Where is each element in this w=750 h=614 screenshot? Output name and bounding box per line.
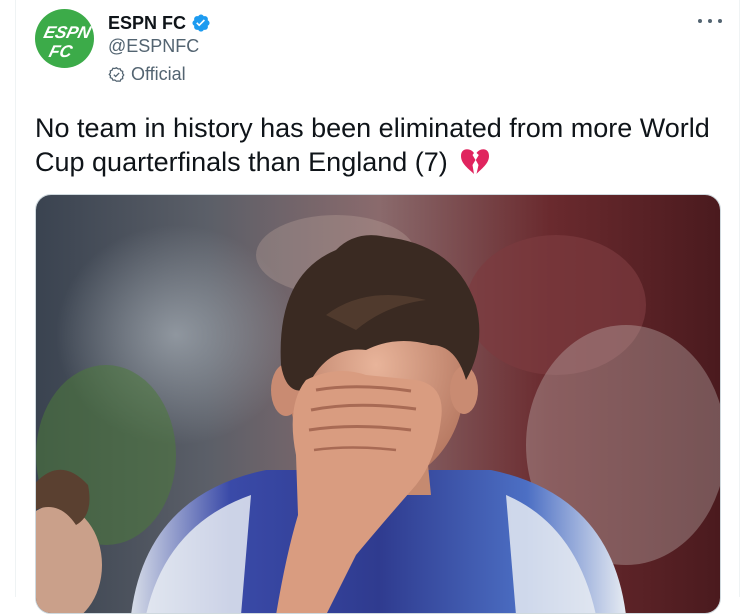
account-handle[interactable]: @ESPNFC	[108, 36, 199, 57]
avatar-logo-line2: FC	[47, 41, 75, 61]
avatar[interactable]: ESPN FC	[35, 9, 94, 68]
tweet-photo[interactable]	[35, 194, 721, 614]
official-label: Official	[131, 64, 186, 84]
avatar-logo-line1: ESPN	[42, 22, 94, 42]
official-label-row: Official	[108, 64, 186, 85]
more-options-icon[interactable]	[698, 13, 722, 29]
display-name[interactable]: ESPN FC	[108, 13, 186, 34]
verified-badge-icon	[191, 13, 211, 33]
espn-fc-logo: ESPN FC	[42, 22, 94, 61]
player-photo	[36, 195, 720, 613]
tweet-text: No team in history has been eliminated f…	[35, 111, 725, 179]
official-check-icon	[108, 66, 125, 83]
broken-heart-icon	[459, 148, 491, 176]
tweet-body: No team in history has been eliminated f…	[35, 113, 710, 177]
name-row: ESPN FC	[108, 12, 211, 34]
